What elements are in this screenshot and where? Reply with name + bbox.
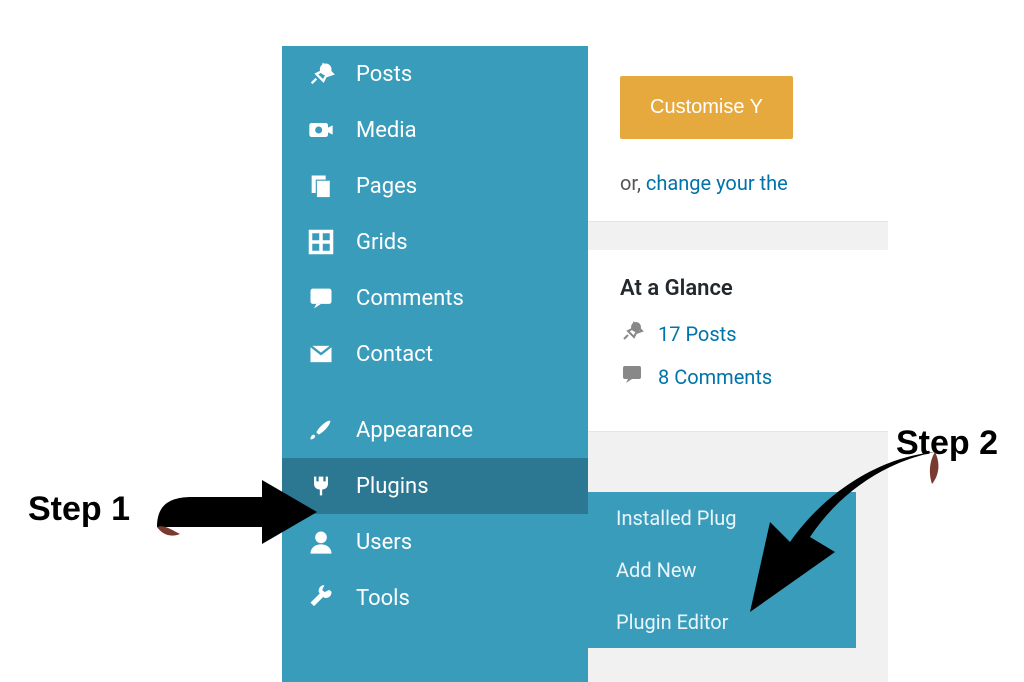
sidebar-item-tools[interactable]: Tools — [282, 570, 588, 626]
sidebar-item-label: Media — [356, 118, 417, 143]
comment-icon — [620, 362, 644, 391]
sidebar-item-label: Tools — [356, 586, 410, 611]
pin-icon — [620, 319, 644, 348]
glance-comments-row[interactable]: 8 Comments — [620, 362, 888, 391]
at-a-glance-card: At a Glance 17 Posts 8 Comments — [588, 250, 888, 432]
grid-icon — [306, 227, 336, 257]
user-icon — [306, 527, 336, 557]
wrench-icon — [306, 583, 336, 613]
glance-posts-row[interactable]: 17 Posts — [620, 319, 888, 348]
sidebar-item-comments[interactable]: Comments — [282, 270, 588, 326]
admin-sidebar: Posts Media Pages Grids Comments Contact… — [282, 46, 588, 682]
sidebar-item-posts[interactable]: Posts — [282, 46, 588, 102]
plug-icon — [306, 471, 336, 501]
submenu-add-new[interactable]: Add New — [588, 544, 856, 596]
sidebar-item-label: Users — [356, 530, 412, 555]
brush-icon — [306, 415, 336, 445]
sidebar-item-media[interactable]: Media — [282, 102, 588, 158]
comments-count: 8 Comments — [658, 365, 772, 389]
customise-button[interactable]: Customise Y — [620, 76, 793, 139]
sidebar-item-label: Pages — [356, 174, 417, 199]
change-theme-link[interactable]: change your the — [646, 171, 788, 195]
camera-icon — [306, 115, 336, 145]
customise-card: Customise Y or, change your the — [588, 46, 888, 222]
sidebar-item-label: Contact — [356, 342, 433, 367]
pin-icon — [306, 59, 336, 89]
sidebar-item-label: Plugins — [356, 474, 429, 499]
glance-title: At a Glance — [620, 276, 888, 301]
plugins-submenu: Installed Plug Add New Plugin Editor — [588, 492, 856, 648]
submenu-plugin-editor[interactable]: Plugin Editor — [588, 596, 856, 648]
sidebar-item-plugins[interactable]: Plugins — [282, 458, 588, 514]
comment-icon — [306, 283, 336, 313]
annotation-step1-label: Step 1 — [28, 490, 130, 529]
pages-icon — [306, 171, 336, 201]
sidebar-item-label: Posts — [356, 62, 412, 87]
sidebar-item-pages[interactable]: Pages — [282, 158, 588, 214]
sidebar-item-label: Appearance — [356, 418, 473, 443]
posts-count: 17 Posts — [658, 322, 737, 346]
sidebar-item-users[interactable]: Users — [282, 514, 588, 570]
submenu-installed-plugins[interactable]: Installed Plug — [588, 492, 856, 544]
sidebar-item-contact[interactable]: Contact — [282, 326, 588, 382]
sidebar-item-label: Comments — [356, 286, 464, 311]
envelope-icon — [306, 339, 336, 369]
or-change-theme: or, change your the — [620, 171, 888, 195]
sidebar-item-grids[interactable]: Grids — [282, 214, 588, 270]
sidebar-item-appearance[interactable]: Appearance — [282, 402, 588, 458]
sidebar-item-label: Grids — [356, 230, 408, 255]
annotation-step2-label: Step 2 — [896, 424, 998, 463]
or-text: or, — [620, 171, 646, 195]
